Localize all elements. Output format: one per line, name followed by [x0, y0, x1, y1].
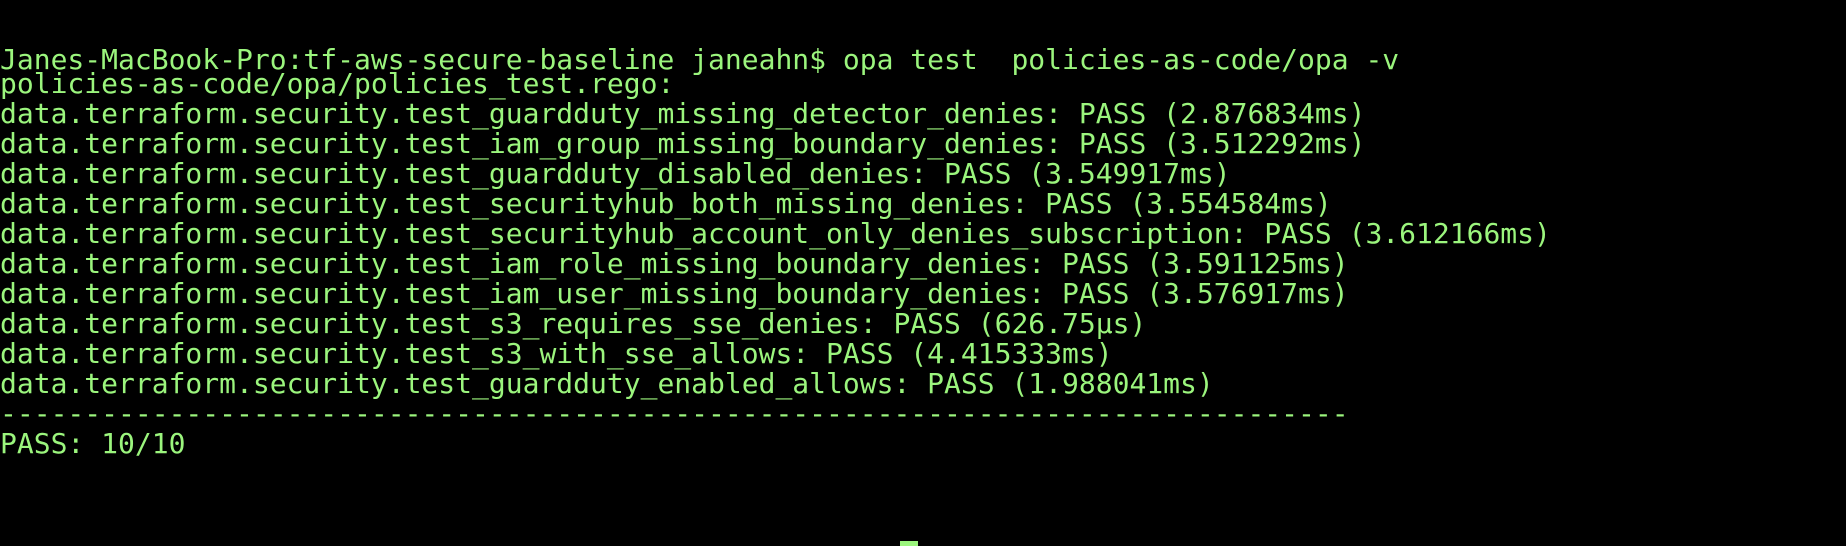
separator-line: ----------------------------------------… [0, 397, 1349, 430]
summary-line: PASS: 10/10 [0, 427, 186, 460]
terminal-window[interactable]: Janes-MacBook-Pro:tf-aws-secure-baseline… [0, 0, 1846, 546]
text-cursor [900, 541, 918, 546]
